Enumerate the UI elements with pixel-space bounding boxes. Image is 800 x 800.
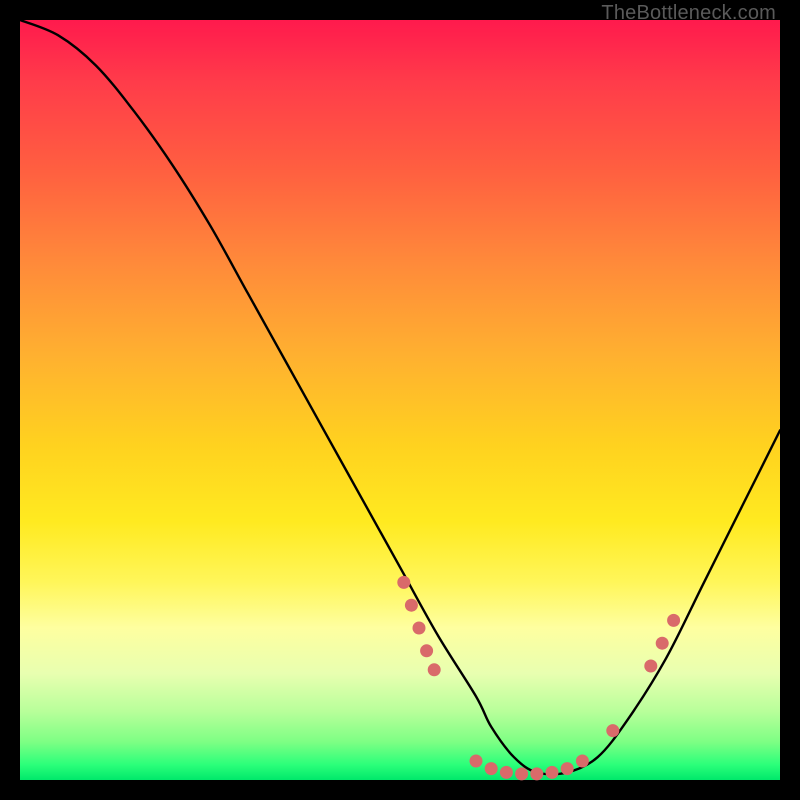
chart-svg [20, 20, 780, 780]
chart-frame: TheBottleneck.com [0, 0, 800, 800]
curve-marker [606, 724, 619, 737]
curve-marker [420, 644, 433, 657]
curve-marker [405, 599, 418, 612]
curve-marker [561, 762, 574, 775]
curve-marker [667, 614, 680, 627]
curve-marker [576, 755, 589, 768]
curve-marker [530, 767, 543, 780]
curve-marker [515, 767, 528, 780]
curve-markers [397, 576, 680, 781]
curve-marker [470, 755, 483, 768]
curve-marker [656, 637, 669, 650]
curve-marker [397, 576, 410, 589]
curve-marker [485, 762, 498, 775]
watermark-text: TheBottleneck.com [601, 2, 776, 25]
curve-marker [546, 766, 559, 779]
bottleneck-curve [20, 20, 780, 774]
curve-marker [428, 663, 441, 676]
curve-marker [413, 622, 426, 635]
curve-marker [644, 660, 657, 673]
curve-marker [500, 766, 513, 779]
